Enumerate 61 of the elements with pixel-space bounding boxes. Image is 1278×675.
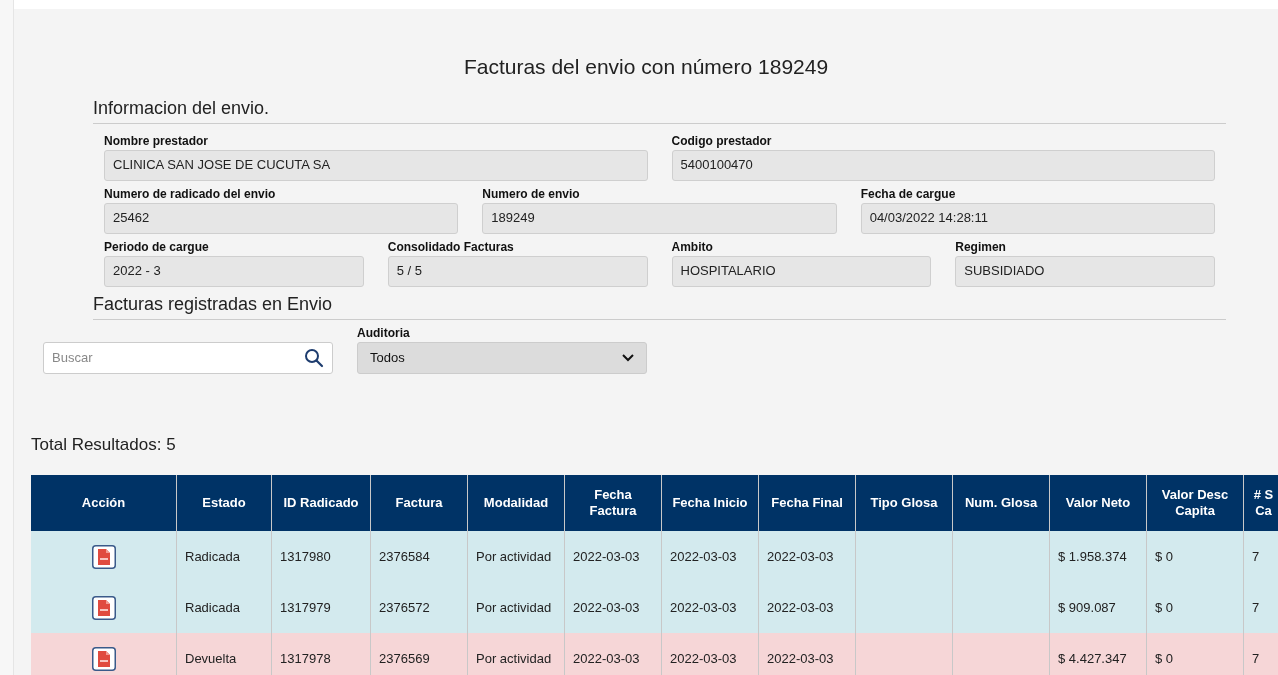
table-cell-text: 2022-03-03 bbox=[767, 547, 834, 566]
table-cell-text: 2022-03-03 bbox=[573, 598, 640, 617]
field-label: Nombre prestador bbox=[104, 132, 210, 150]
table-cell-text: 7 bbox=[1252, 598, 1260, 617]
section-heading: Facturas registradas en Envio bbox=[93, 290, 1226, 320]
search-icon[interactable] bbox=[304, 347, 324, 368]
table-cell-text: 1317978 bbox=[280, 649, 331, 668]
readonly-field: 189249 bbox=[482, 202, 837, 234]
pdf-file-icon[interactable] bbox=[91, 544, 116, 569]
readonly-field: 04/03/2022 14:28:11 bbox=[860, 202, 1215, 234]
readonly-field: 5400100470 bbox=[671, 149, 1215, 181]
table-cell-text: 2022-03-03 bbox=[573, 547, 640, 566]
readonly-field: HOSPITALARIO bbox=[671, 255, 932, 287]
chevron-down-icon bbox=[622, 353, 634, 362]
field-label: Consolidado Facturas bbox=[387, 238, 515, 256]
table-cell-text: 2376572 bbox=[379, 598, 430, 617]
field-label: Ambito bbox=[671, 238, 714, 256]
table-cell-text: 2022-03-03 bbox=[670, 649, 737, 668]
table-cell-text: 1317980 bbox=[280, 547, 331, 566]
table-cell-text: $ 0 bbox=[1155, 598, 1174, 617]
table-cell-text: Por actividad bbox=[476, 598, 552, 617]
table-cell-text: $ 0 bbox=[1155, 547, 1174, 566]
table-cell-text: Por actividad bbox=[476, 547, 552, 566]
table-cell-text: 2022-03-03 bbox=[573, 649, 640, 668]
readonly-field: 2022 - 3 bbox=[104, 255, 364, 287]
table-cell-text: 7 bbox=[1252, 649, 1260, 668]
audit-select[interactable]: Todos bbox=[357, 341, 647, 374]
table-cell-text: Radicada bbox=[185, 598, 240, 617]
table-cell-text: 1317979 bbox=[280, 598, 331, 617]
pdf-file-icon[interactable] bbox=[91, 646, 116, 671]
table-cell-text: $ 0 bbox=[1155, 649, 1174, 668]
readonly-field: CLINICA SAN JOSE DE CUCUTA SA bbox=[104, 149, 648, 181]
field-label: Auditoria bbox=[357, 324, 411, 342]
results-count: Total Resultados: 5 bbox=[31, 433, 177, 456]
field-label: Regimen bbox=[955, 238, 1007, 256]
table-cell-text: Radicada bbox=[185, 547, 240, 566]
field-label: Numero de envio bbox=[482, 185, 581, 203]
search-field[interactable]: Buscar bbox=[43, 341, 333, 374]
search-input[interactable]: Buscar bbox=[52, 347, 304, 368]
table-cell-text: 7 bbox=[1252, 547, 1260, 566]
table-cell-text: $ 4.427.347 bbox=[1058, 649, 1127, 668]
table-cell-text: 2022-03-03 bbox=[670, 547, 737, 566]
pdf-file-icon[interactable] bbox=[91, 595, 116, 620]
table-cell-text: 2022-03-03 bbox=[767, 598, 834, 617]
table-cell-text: 2376584 bbox=[379, 547, 430, 566]
table-cell-text: Por actividad bbox=[476, 649, 552, 668]
readonly-field: SUBSIDIADO bbox=[955, 255, 1215, 287]
readonly-field: 25462 bbox=[104, 202, 459, 234]
field-label: Codigo prestador bbox=[671, 132, 773, 150]
table-cell-text: $ 909.087 bbox=[1058, 598, 1116, 617]
field-label: Numero de radicado del envio bbox=[104, 185, 277, 203]
table-cell-text: 2022-03-03 bbox=[670, 598, 737, 617]
table-cell-text: $ 1.958.374 bbox=[1058, 547, 1127, 566]
table-cell-text: 2376569 bbox=[379, 649, 430, 668]
field-label: Fecha de cargue bbox=[860, 185, 957, 203]
table-cell-text: 2022-03-03 bbox=[767, 649, 834, 668]
section-heading: Informacion del envio. bbox=[93, 94, 1226, 124]
table-cell-text: Devuelta bbox=[185, 649, 237, 668]
modal-title: Facturas del envio con número 189249 bbox=[462, 54, 830, 80]
field-label: Periodo de cargue bbox=[104, 238, 210, 256]
readonly-field: 5 / 5 bbox=[387, 255, 648, 287]
